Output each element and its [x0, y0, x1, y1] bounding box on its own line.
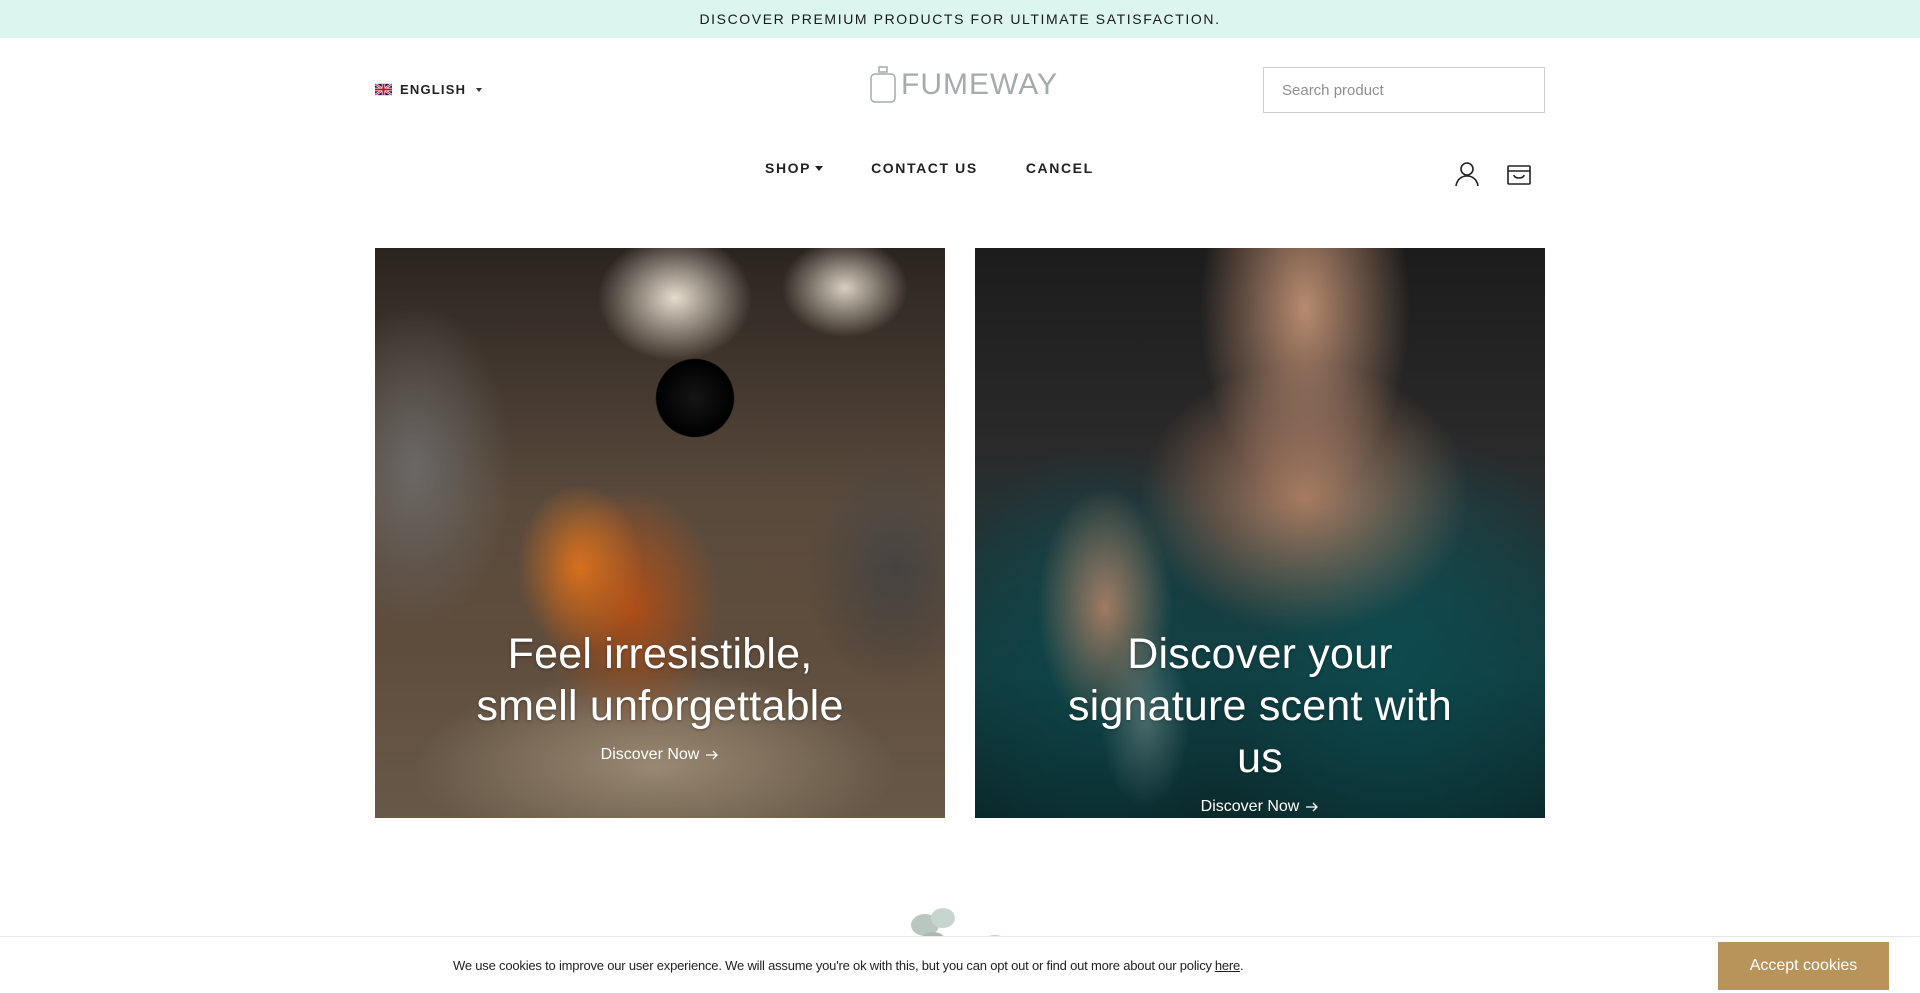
- banner-cta-label: Discover Now: [1200, 798, 1300, 815]
- language-selector[interactable]: ENGLISH: [375, 82, 483, 97]
- cookie-policy-link[interactable]: here: [1215, 958, 1240, 973]
- main-nav: SHOP CONTACT US CANCEL: [765, 160, 1094, 176]
- shopping-bag-icon: [1507, 165, 1531, 185]
- language-label: ENGLISH: [400, 82, 467, 97]
- banner-content: Feel irresistible, smell unforgettable D…: [375, 628, 945, 764]
- nav-item-label: SHOP: [765, 160, 812, 176]
- logo-text: FUMEWAY: [901, 68, 1058, 101]
- hero-banner-right[interactable]: Discover your signature scent with us Di…: [975, 248, 1545, 818]
- cart-button[interactable]: [1505, 160, 1533, 188]
- arrow-right-icon: [706, 750, 719, 760]
- nav-item-contact-us[interactable]: CONTACT US: [871, 160, 978, 176]
- nav-item-label: CONTACT US: [871, 160, 978, 176]
- site-logo[interactable]: FUMEWAY: [868, 66, 1058, 104]
- banner-title: Discover your signature scent with us: [1067, 630, 1453, 782]
- discover-now-link[interactable]: Discover Now: [1201, 798, 1320, 816]
- cookie-banner: We use cookies to improve our user exper…: [0, 936, 1920, 993]
- hero-banner-left[interactable]: Feel irresistible, smell unforgettable D…: [375, 248, 945, 818]
- uk-flag-icon: [375, 83, 392, 96]
- announcement-text: DISCOVER PREMIUM PRODUCTS FOR ULTIMATE S…: [699, 11, 1221, 27]
- account-button[interactable]: [1453, 160, 1481, 188]
- banner-cta-label: Discover Now: [600, 746, 700, 763]
- discover-now-link[interactable]: Discover Now: [601, 746, 720, 764]
- cookie-message: We use cookies to improve our user exper…: [453, 937, 1244, 993]
- cookie-text: We use cookies to improve our user exper…: [453, 958, 1212, 973]
- announcement-bar: DISCOVER PREMIUM PRODUCTS FOR ULTIMATE S…: [0, 0, 1920, 38]
- perfume-bottle-icon: [870, 66, 896, 103]
- nav-item-shop[interactable]: SHOP: [765, 160, 824, 176]
- caret-down-icon: [815, 165, 824, 171]
- accept-cookies-button[interactable]: Accept cookies: [1718, 942, 1889, 990]
- nav-item-cancel[interactable]: CANCEL: [1026, 160, 1094, 176]
- banner-title: Feel irresistible, smell unforgettable: [476, 630, 844, 730]
- banner-content: Discover your signature scent with us Di…: [975, 628, 1545, 816]
- user-icon: [1455, 162, 1479, 187]
- chevron-down-icon: [476, 87, 483, 92]
- nav-item-label: CANCEL: [1025, 160, 1094, 176]
- arrow-right-icon: [1306, 802, 1319, 812]
- cookie-suffix: .: [1240, 958, 1244, 973]
- search-input[interactable]: [1263, 67, 1545, 113]
